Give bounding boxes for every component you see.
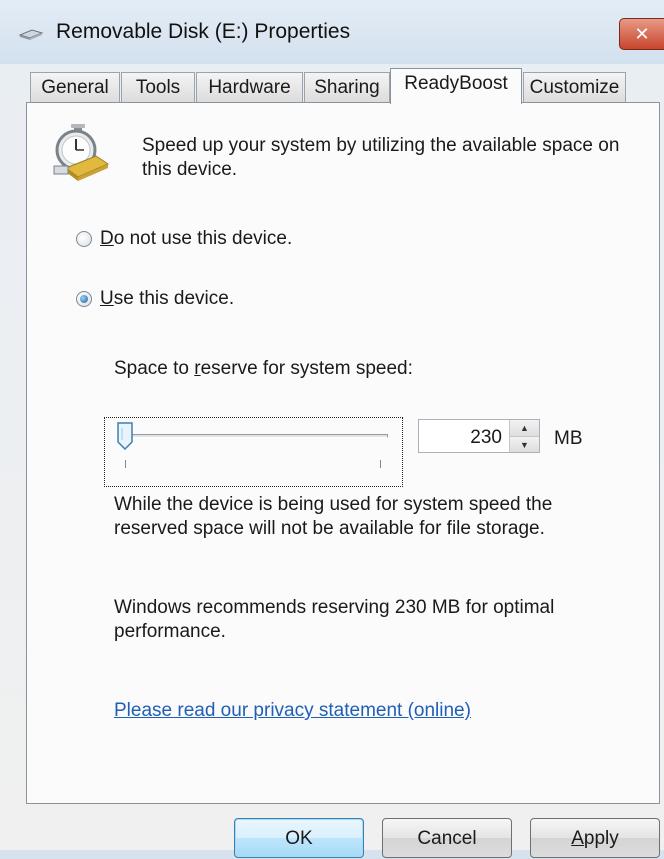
title-bar[interactable]: Removable Disk (E:) Properties ✕ bbox=[0, 0, 664, 64]
apply-button[interactable]: Apply bbox=[530, 818, 660, 858]
tab-customize[interactable]: Customize bbox=[523, 72, 626, 102]
reserve-space-label: Space to reserve for system speed: bbox=[114, 358, 413, 379]
do-not-use-radio[interactable] bbox=[76, 231, 92, 247]
reserve-unit-label: MB bbox=[554, 428, 583, 449]
window-title: Removable Disk (E:) Properties bbox=[56, 20, 351, 43]
tab-general[interactable]: General bbox=[30, 72, 120, 102]
slider-tick-max bbox=[380, 460, 381, 468]
reserve-slider-focus[interactable] bbox=[104, 417, 403, 487]
tab-sharing[interactable]: Sharing bbox=[304, 72, 390, 102]
use-device-radio[interactable] bbox=[76, 291, 92, 307]
spin-down-button[interactable]: ▼ bbox=[509, 436, 539, 452]
do-not-use-label: Do not use this device. bbox=[100, 228, 293, 249]
do-not-use-option[interactable]: Do not use this device. bbox=[76, 228, 292, 250]
use-device-label: Use this device. bbox=[100, 288, 235, 309]
readyboost-intro: Speed up your system by utilizing the av… bbox=[142, 135, 620, 180]
reserve-size-value[interactable]: 230 bbox=[418, 427, 502, 449]
cancel-button[interactable]: Cancel bbox=[382, 818, 512, 858]
tab-hardware[interactable]: Hardware bbox=[196, 72, 303, 102]
properties-dialog: Removable Disk (E:) Properties ✕ General… bbox=[0, 0, 664, 858]
privacy-statement-link[interactable]: Please read our privacy statement (onlin… bbox=[114, 700, 471, 722]
tab-tools[interactable]: Tools bbox=[121, 72, 195, 102]
readyboost-stopwatch-icon bbox=[53, 124, 110, 181]
reserve-slider-track[interactable] bbox=[122, 434, 388, 438]
slider-tick-min bbox=[125, 460, 126, 468]
removable-disk-icon bbox=[18, 29, 44, 40]
recommendation-text: Windows recommends reserving 230 MB for … bbox=[114, 597, 555, 642]
ok-button[interactable]: OK bbox=[234, 818, 364, 858]
reserve-size-spinner: ▲ ▼ bbox=[509, 420, 539, 452]
use-device-option[interactable]: Use this device. bbox=[76, 288, 234, 310]
tab-readyboost[interactable]: ReadyBoost bbox=[390, 68, 522, 104]
reserve-slider-thumb[interactable] bbox=[117, 422, 133, 450]
close-button[interactable]: ✕ bbox=[619, 18, 664, 50]
spin-up-button[interactable]: ▲ bbox=[509, 420, 539, 436]
storage-note: While the device is being used for syste… bbox=[114, 494, 553, 539]
